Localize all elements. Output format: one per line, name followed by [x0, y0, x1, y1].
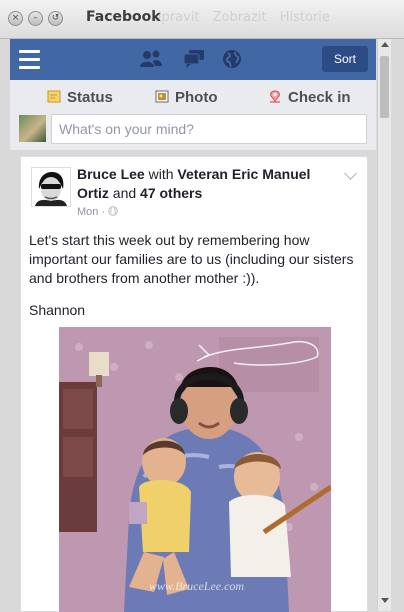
facebook-top-bar: Sort — [10, 39, 376, 80]
status-composer: Status Photo Check in What's on your min… — [10, 80, 376, 150]
status-input[interactable]: What's on your mind? — [51, 114, 367, 144]
menu-item-zobrazit[interactable]: Zobrazit — [213, 10, 267, 25]
check-in-tab[interactable]: Check in — [268, 89, 351, 106]
post-photo[interactable]: www.BruceLee.com — [59, 327, 331, 612]
photo-tab[interactable]: Photo — [155, 89, 218, 106]
photo-tab-label: Photo — [175, 89, 218, 106]
scroll-up-icon[interactable] — [381, 42, 389, 47]
window-title: Facebook — [86, 9, 161, 25]
status-tab[interactable]: Status — [47, 89, 113, 106]
with-text: with — [148, 166, 174, 182]
status-icon — [47, 90, 61, 103]
minimize-window-icon[interactable]: – — [28, 11, 43, 26]
public-globe-icon — [108, 206, 119, 216]
post-signature: Shannon — [29, 302, 86, 318]
and-text: and — [112, 185, 137, 201]
check-in-tab-label: Check in — [288, 89, 351, 106]
menu-item-historie[interactable]: Historie — [280, 10, 330, 25]
messages-icon[interactable] — [182, 49, 206, 69]
menu-icon[interactable] — [19, 50, 40, 69]
post-header: Bruce Lee with Veteran Eric Manuel Ortiz… — [77, 165, 339, 203]
family-photo-image — [59, 327, 331, 612]
post-meta: Mon · — [77, 206, 119, 218]
check-in-pin-icon — [270, 90, 280, 103]
meta-separator: · — [101, 206, 109, 218]
close-window-icon[interactable]: × — [8, 11, 23, 26]
sort-button[interactable]: Sort — [322, 46, 368, 72]
photo-icon — [155, 90, 169, 103]
post-options-chevron-icon[interactable] — [344, 167, 357, 180]
notifications-globe-icon[interactable] — [222, 49, 242, 69]
user-avatar — [19, 115, 46, 142]
feed-post: Bruce Lee with Veteran Eric Manuel Ortiz… — [20, 156, 368, 612]
status-tab-label: Status — [67, 89, 113, 106]
author-avatar[interactable] — [31, 167, 71, 207]
scroll-down-icon[interactable] — [381, 598, 389, 603]
scrollbar-thumb[interactable] — [380, 56, 389, 118]
others-link[interactable]: 47 others — [140, 185, 202, 201]
maximize-window-icon[interactable]: ↺ — [48, 11, 63, 26]
menu-bar: Upravit Zobrazit Historie — [152, 10, 339, 25]
vertical-scrollbar[interactable] — [377, 39, 391, 611]
bruce-lee-portrait-icon — [32, 168, 70, 206]
photo-watermark: www.BruceLee.com — [149, 579, 245, 593]
window-titlebar: × – ↺ Upravit Zobrazit Historie Facebook — [0, 0, 404, 39]
post-author-link[interactable]: Bruce Lee — [77, 166, 145, 182]
friend-requests-icon[interactable] — [139, 49, 163, 69]
post-time[interactable]: Mon — [77, 206, 98, 218]
post-text: Let's start this week out by remembering… — [29, 232, 354, 286]
